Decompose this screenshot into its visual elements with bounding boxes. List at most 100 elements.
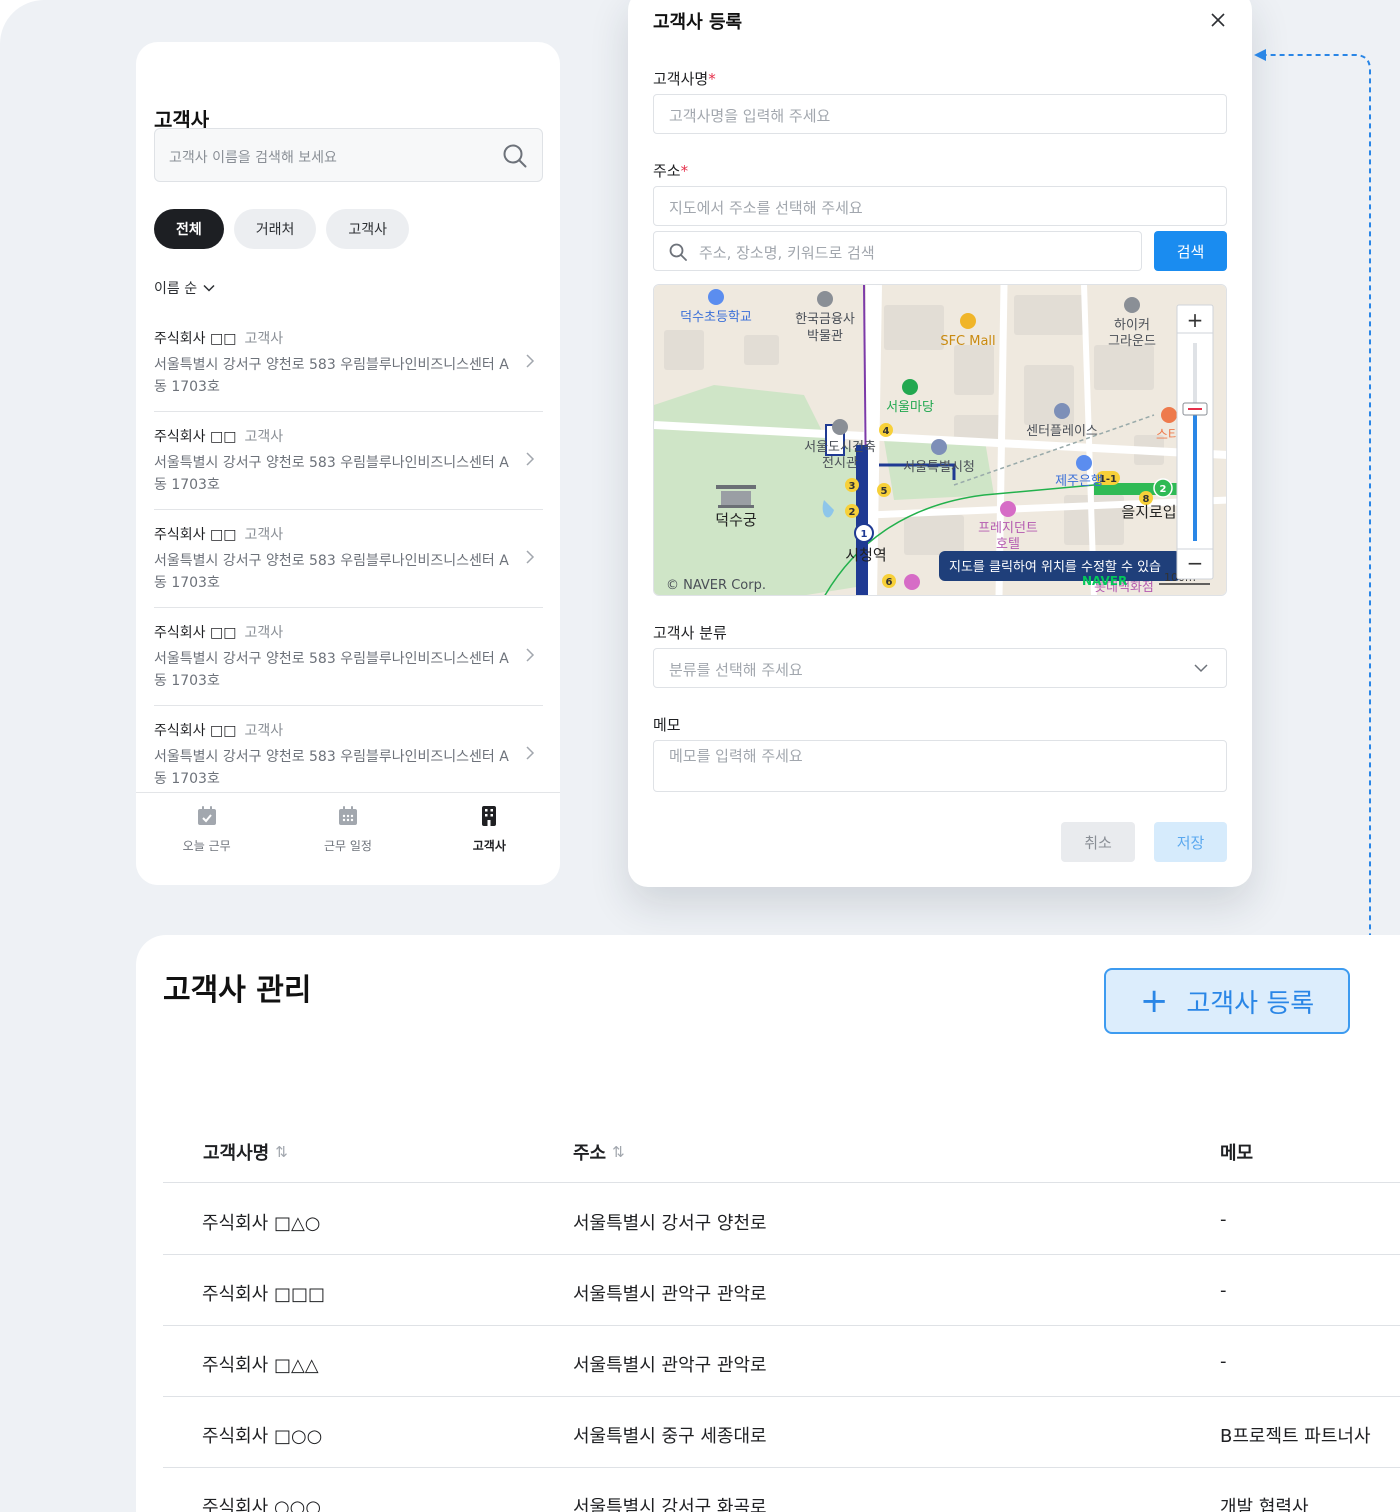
- list-item[interactable]: 주식회사 □□ 고객사 서울특별시 강서구 양천로 583 우림블루나인비즈니스센…: [154, 412, 543, 510]
- table-row[interactable]: 주식회사 □○○ 서울특별시 중구 세종대로 B프로젝트 파트너사: [163, 1397, 1400, 1468]
- bank-pin-icon: [1076, 455, 1092, 471]
- category-select[interactable]: 분류를 선택해 주세요: [653, 648, 1227, 688]
- name-label: 고객사명*: [653, 68, 716, 89]
- store-pin-icon: [904, 574, 920, 590]
- page-title: 고객사 관리: [163, 973, 312, 1008]
- register-button-label: 고객사 등록: [1186, 988, 1315, 1019]
- palace-icon: [716, 485, 756, 508]
- zoom-in-button[interactable]: +: [1187, 308, 1204, 332]
- customer-management-page: 고객사 관리 + 고객사 등록 고객사명 ⇅ 주소 ⇅ 메모 주식회사 □△○ 서울…: [136, 935, 1400, 1512]
- column-label: 메모: [1220, 1143, 1254, 1164]
- address-input[interactable]: 지도에서 주소를 선택해 주세요: [653, 186, 1227, 226]
- cell-name: 주식회사 □□□: [202, 1284, 325, 1305]
- search-button[interactable]: 검색: [1154, 231, 1227, 271]
- item-tag: 고객사: [244, 331, 284, 347]
- park-pin-icon: [902, 379, 918, 395]
- sort-icon[interactable]: ⇅: [275, 1143, 288, 1161]
- customer-list: 주식회사 □□ 고객사 서울특별시 강서구 양천로 583 우림블루나인비즈니스센…: [154, 314, 543, 804]
- naver-logo: NAVER: [1082, 574, 1127, 588]
- address-search-placeholder: 주소, 장소명, 키워드로 검색: [699, 244, 875, 262]
- list-item[interactable]: 주식회사 □□ 고객사 서울특별시 강서구 양천로 583 우림블루나인비즈니스센…: [154, 706, 543, 804]
- sort-dropdown[interactable]: 이름 순: [154, 278, 215, 298]
- table-row[interactable]: 주식회사 □□□ 서울특별시 관악구 관악로 -: [163, 1255, 1400, 1326]
- name-placeholder: 고객사명을 입력해 주세요: [669, 107, 831, 125]
- table-row[interactable]: 주식회사 □△○ 서울특별시 강서구 양천로 -: [163, 1184, 1400, 1255]
- station-badge: 6: [886, 577, 893, 588]
- cell-memo: -: [1220, 1209, 1227, 1230]
- chevron-right-icon: [526, 452, 535, 466]
- building-pin-icon: [1054, 403, 1070, 419]
- plus-icon: +: [1139, 981, 1169, 1021]
- item-address: 서울특별시 강서구 양천로 583 우림블루나인비즈니스센터 A동 1703호: [154, 455, 509, 493]
- calendar-check-icon: [197, 806, 216, 825]
- column-header-name[interactable]: 고객사명 ⇅: [203, 1139, 288, 1165]
- tab-work-schedule[interactable]: 근무 일정: [277, 793, 418, 885]
- list-item[interactable]: 주식회사 □□ 고객사 서울특별시 강서구 양천로 583 우림블루나인비즈니스센…: [154, 314, 543, 412]
- map-label: 서울특별시청: [903, 460, 975, 475]
- column-header-address[interactable]: 주소 ⇅: [573, 1139, 625, 1165]
- sort-icon[interactable]: ⇅: [612, 1143, 625, 1161]
- map-view[interactable]: 3 2 4 5 6 1-1 8 2 1 덕수초등학교 한국금융사 박물관 SFC…: [653, 284, 1227, 596]
- item-name: 주식회사 □□: [154, 527, 237, 543]
- mobile-search-input[interactable]: 고객사 이름을 검색해 보세요: [154, 128, 543, 182]
- address-search-input[interactable]: 주소, 장소명, 키워드로 검색: [653, 231, 1142, 271]
- station-badge: 5: [881, 486, 888, 497]
- map-label: 프레지던트: [978, 521, 1038, 536]
- museum-pin-icon: [817, 291, 833, 307]
- table-row[interactable]: 주식회사 ○○○ 서울특별시 강서구 화곡로 개발 협력사: [163, 1468, 1400, 1512]
- map-tooltip-text: 지도를 클릭하여 위치를 수정할 수 있습: [949, 560, 1161, 575]
- building-icon: [482, 806, 497, 826]
- chevron-right-icon: [526, 648, 535, 662]
- tab-label: 근무 일정: [324, 839, 372, 853]
- chevron-down-icon: [203, 284, 215, 292]
- list-item[interactable]: 주식회사 □□ 고객사 서울특별시 강서구 양천로 583 우림블루나인비즈니스센…: [154, 608, 543, 706]
- search-icon[interactable]: [502, 143, 528, 169]
- cityhall-pin-icon: [931, 439, 947, 455]
- required-mark: *: [680, 162, 689, 180]
- chip-partner[interactable]: 거래처: [233, 209, 317, 249]
- school-pin-icon: [708, 289, 724, 305]
- mobile-search-placeholder: 고객사 이름을 검색해 보세요: [169, 150, 337, 166]
- cell-address: 서울특별시 강서구 화곡로: [573, 1497, 767, 1512]
- customer-name-input[interactable]: 고객사명을 입력해 주세요: [653, 94, 1227, 134]
- item-address: 서울특별시 강서구 양천로 583 우림블루나인비즈니스센터 A동 1703호: [154, 553, 509, 591]
- cell-address: 서울특별시 관악구 관악로: [573, 1355, 767, 1376]
- map-label: 박물관: [807, 329, 843, 344]
- item-tag: 고객사: [244, 723, 284, 739]
- cell-name: 주식회사 ○○○: [202, 1497, 322, 1512]
- item-tag: 고객사: [244, 527, 284, 543]
- cell-address: 서울특별시 강서구 양천로: [573, 1213, 767, 1234]
- register-customer-button[interactable]: + 고객사 등록: [1104, 968, 1350, 1034]
- column-header-memo: 메모: [1220, 1139, 1253, 1165]
- station-badge: 2: [1160, 484, 1167, 495]
- cell-memo: 개발 협력사: [1220, 1497, 1309, 1512]
- map-label: 하이커: [1114, 318, 1150, 333]
- map-canvas[interactable]: 3 2 4 5 6 1-1 8 2 1 덕수초등학교 한국금융사 박물관 SFC…: [654, 285, 1227, 596]
- canvas: 고객사 고객사 이름을 검색해 보세요 전체 거래처 고객사 이름 순 주식회사…: [0, 0, 1400, 1512]
- item-name: 주식회사 □□: [154, 429, 237, 445]
- chevron-right-icon: [526, 746, 535, 760]
- tab-customers[interactable]: 고객사: [419, 793, 560, 885]
- zoom-out-button[interactable]: −: [1187, 551, 1204, 575]
- map-label: 덕수초등학교: [680, 310, 752, 325]
- tab-today-work[interactable]: 오늘 근무: [136, 793, 277, 885]
- map-label: 한국금융사: [795, 312, 855, 327]
- chevron-right-icon: [526, 354, 535, 368]
- map-label: 시청역: [845, 546, 886, 564]
- chip-all[interactable]: 전체: [154, 209, 224, 249]
- tab-label: 고객사: [472, 839, 506, 853]
- search-icon: [669, 243, 687, 261]
- zoom-control[interactable]: [1176, 304, 1214, 580]
- close-icon[interactable]: [1210, 12, 1226, 28]
- calendar-icon: [338, 806, 357, 825]
- cancel-button[interactable]: 취소: [1061, 822, 1135, 862]
- memo-textarea[interactable]: 메모를 입력해 주세요: [653, 740, 1227, 792]
- save-button[interactable]: 저장: [1154, 822, 1227, 862]
- list-item[interactable]: 주식회사 □□ 고객사 서울특별시 강서구 양천로 583 우림블루나인비즈니스센…: [154, 510, 543, 608]
- tab-label: 오늘 근무: [182, 839, 231, 853]
- cell-address: 서울특별시 중구 세종대로: [573, 1426, 767, 1447]
- map-copyright: © NAVER Corp.: [666, 578, 766, 593]
- table-row[interactable]: 주식회사 □△△ 서울특별시 관악구 관악로 -: [163, 1326, 1400, 1397]
- item-name: 주식회사 □□: [154, 723, 237, 739]
- chip-customer[interactable]: 고객사: [326, 209, 410, 249]
